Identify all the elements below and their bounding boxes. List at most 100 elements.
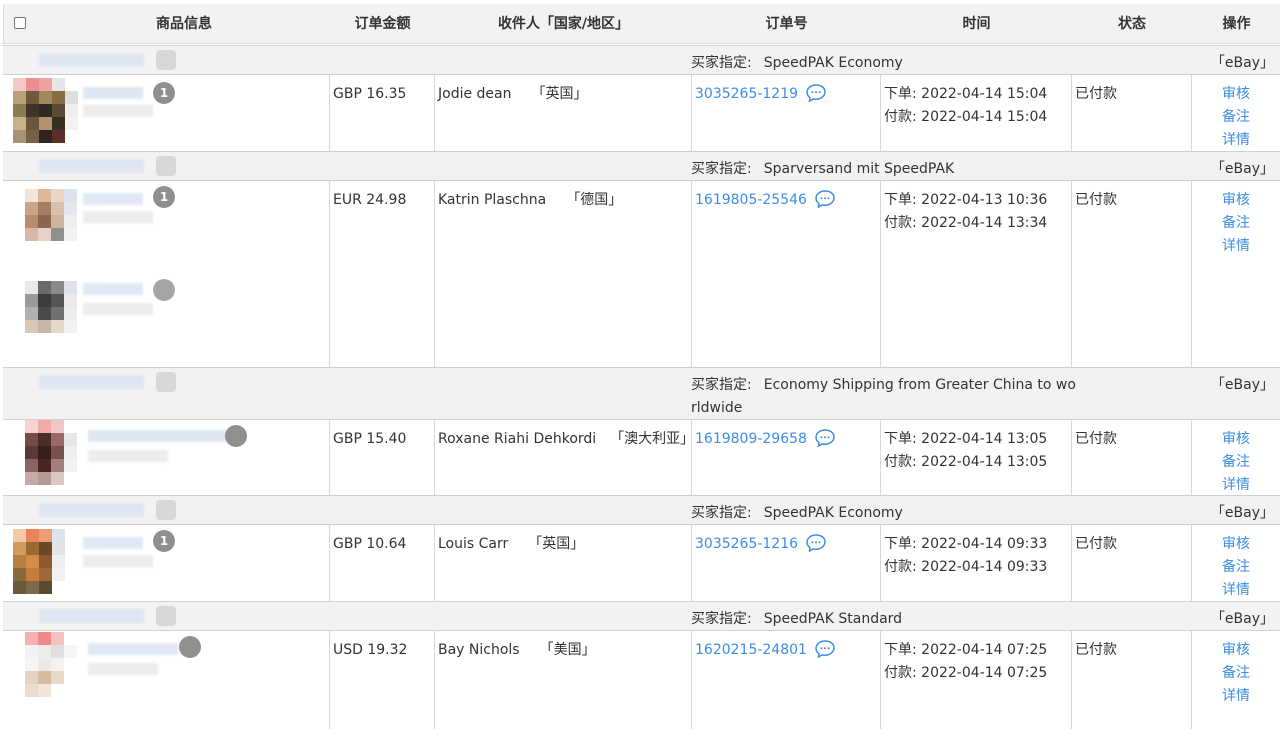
order-group-header: 买家指定: SpeedPAK Standard 「eBay」 [3, 601, 1280, 631]
recipient: Roxane Riahi Dehkordi 「澳大利亚」 [438, 431, 695, 447]
order-row: USD 19.32 Bay Nichols 「美国」 1620215-24801 … [3, 631, 1280, 729]
order-amount: USD 19.32 [333, 642, 408, 658]
order-number-link[interactable]: 1619809-29658 [695, 431, 807, 447]
product-thumbnail[interactable] [13, 78, 78, 143]
select-all-checkbox[interactable] [14, 17, 26, 29]
review-link[interactable]: 审核 [1222, 83, 1250, 106]
shipping-method: 买家指定: SpeedPAK Economy [691, 505, 903, 521]
platform-label: 「eBay」 [1210, 161, 1274, 177]
note-link[interactable]: 备注 [1222, 212, 1250, 235]
platform-label: 「eBay」 [1210, 55, 1274, 71]
details-link[interactable]: 详情 [1222, 235, 1250, 258]
order-group-header: 买家指定: SpeedPAK Economy 「eBay」 [3, 45, 1280, 75]
shipping-method: 买家指定: SpeedPAK Economy [691, 55, 903, 71]
chat-bubble-icon[interactable] [806, 534, 826, 560]
item-quantity-badge: 1 [153, 186, 175, 208]
note-link[interactable]: 备注 [1222, 451, 1250, 474]
order-times: 下单: 2022-04-14 13:05 付款: 2022-04-14 13:0… [884, 431, 1048, 470]
blurred-product-title [88, 430, 228, 442]
item-quantity-badge [225, 425, 247, 447]
order-status: 已付款 [1075, 192, 1117, 208]
blurred-seller-name [39, 53, 144, 67]
order-status: 已付款 [1075, 86, 1117, 102]
order-row: 1 GBP 10.64 Louis Carr 「英国」 3035265-1216 … [3, 525, 1280, 601]
note-link[interactable]: 备注 [1222, 106, 1250, 129]
blurred-seller-name [39, 159, 144, 173]
order-row: GBP 15.40 Roxane Riahi Dehkordi 「澳大利亚」 16… [3, 420, 1280, 495]
item-quantity-badge-2 [153, 279, 175, 301]
table-header: 商品信息 订单金额 收件人「国家/地区」 订单号 时间 状态 操作 [3, 4, 1280, 44]
product-thumbnail[interactable] [25, 189, 90, 241]
order-actions: 审核 备注 详情 [1222, 639, 1250, 708]
blurred-tag [156, 606, 176, 626]
order-number-link[interactable]: 1620215-24801 [695, 642, 807, 658]
blurred-product-sku [88, 663, 158, 675]
order-number-cell: 1619809-29658 [695, 428, 835, 455]
chat-bubble-icon[interactable] [815, 429, 835, 455]
product-thumbnail[interactable] [25, 632, 90, 697]
platform-label: 「eBay」 [1210, 611, 1274, 627]
col-actions: 操作 [1222, 16, 1251, 32]
details-link[interactable]: 详情 [1222, 129, 1250, 152]
blurred-seller-name [39, 375, 144, 389]
order-row: 1 GBP 16.35 Jodie dean 「英国」 3035265-1219 … [3, 75, 1280, 151]
platform-label: 「eBay」 [1210, 377, 1274, 393]
blurred-product-title [83, 537, 143, 549]
order-times: 下单: 2022-04-13 10:36 付款: 2022-04-14 13:3… [884, 192, 1048, 231]
order-number-link[interactable]: 3035265-1216 [695, 536, 798, 552]
product-thumbnail[interactable] [25, 420, 90, 485]
review-link[interactable]: 审核 [1222, 428, 1250, 451]
order-actions: 审核 备注 详情 [1222, 533, 1250, 602]
col-order-number: 订单号 [765, 16, 808, 32]
col-product-info: 商品信息 [156, 16, 212, 32]
order-status: 已付款 [1075, 431, 1117, 447]
chat-bubble-icon[interactable] [815, 640, 835, 666]
blurred-product-sku [83, 105, 153, 117]
review-link[interactable]: 审核 [1222, 639, 1250, 662]
recipient: Katrin Plaschna 「德国」 [438, 192, 623, 208]
order-number-link[interactable]: 3035265-1219 [695, 86, 798, 102]
blurred-product-title [88, 643, 178, 655]
order-actions: 审核 备注 详情 [1222, 428, 1250, 497]
order-number-link[interactable]: 1619805-25546 [695, 192, 807, 208]
item-quantity-badge [179, 636, 201, 658]
col-recipient: 收件人「国家/地区」 [497, 16, 630, 32]
product-thumbnail[interactable] [13, 529, 78, 594]
order-status: 已付款 [1075, 536, 1117, 552]
order-number-cell: 1620215-24801 [695, 639, 835, 666]
blurred-tag [156, 50, 176, 70]
order-number-cell: 3035265-1219 [695, 83, 826, 110]
product-thumbnail-2[interactable] [25, 281, 90, 333]
col-status: 状态 [1118, 16, 1146, 32]
order-group-header: 买家指定: Economy Shipping from Greater China… [3, 367, 1280, 420]
item-quantity-badge: 1 [153, 82, 175, 104]
blurred-tag [156, 372, 176, 392]
order-actions: 审核 备注 详情 [1222, 83, 1250, 152]
recipient: Louis Carr 「英国」 [438, 536, 585, 552]
blurred-product-sku [83, 211, 153, 223]
blurred-product-title [83, 193, 143, 205]
review-link[interactable]: 审核 [1222, 533, 1250, 556]
order-times: 下单: 2022-04-14 07:25 付款: 2022-04-14 07:2… [884, 642, 1048, 681]
item-quantity-badge: 1 [153, 530, 175, 552]
shipping-method: 买家指定: Economy Shipping from Greater China… [691, 377, 1076, 416]
recipient: Jodie dean 「英国」 [438, 86, 588, 102]
review-link[interactable]: 审核 [1222, 189, 1250, 212]
details-link[interactable]: 详情 [1222, 579, 1250, 602]
details-link[interactable]: 详情 [1222, 685, 1250, 708]
order-amount: GBP 16.35 [333, 86, 407, 102]
order-number-cell: 1619805-25546 [695, 189, 835, 216]
note-link[interactable]: 备注 [1222, 556, 1250, 579]
blurred-product-sku [88, 450, 168, 462]
details-link[interactable]: 详情 [1222, 474, 1250, 497]
blurred-product-sku [83, 555, 153, 567]
recipient: Bay Nichols 「美国」 [438, 642, 596, 658]
chat-bubble-icon[interactable] [806, 84, 826, 110]
order-group-header: 买家指定: Sparversand mit SpeedPAK 「eBay」 [3, 151, 1280, 181]
chat-bubble-icon[interactable] [815, 190, 835, 216]
shipping-method: 买家指定: Sparversand mit SpeedPAK [691, 161, 955, 177]
order-times: 下单: 2022-04-14 15:04 付款: 2022-04-14 15:0… [884, 86, 1048, 125]
order-row: 1 EUR 24.98 Katrin Plaschna 「德国」 1619805-… [3, 181, 1280, 367]
platform-label: 「eBay」 [1210, 505, 1274, 521]
note-link[interactable]: 备注 [1222, 662, 1250, 685]
